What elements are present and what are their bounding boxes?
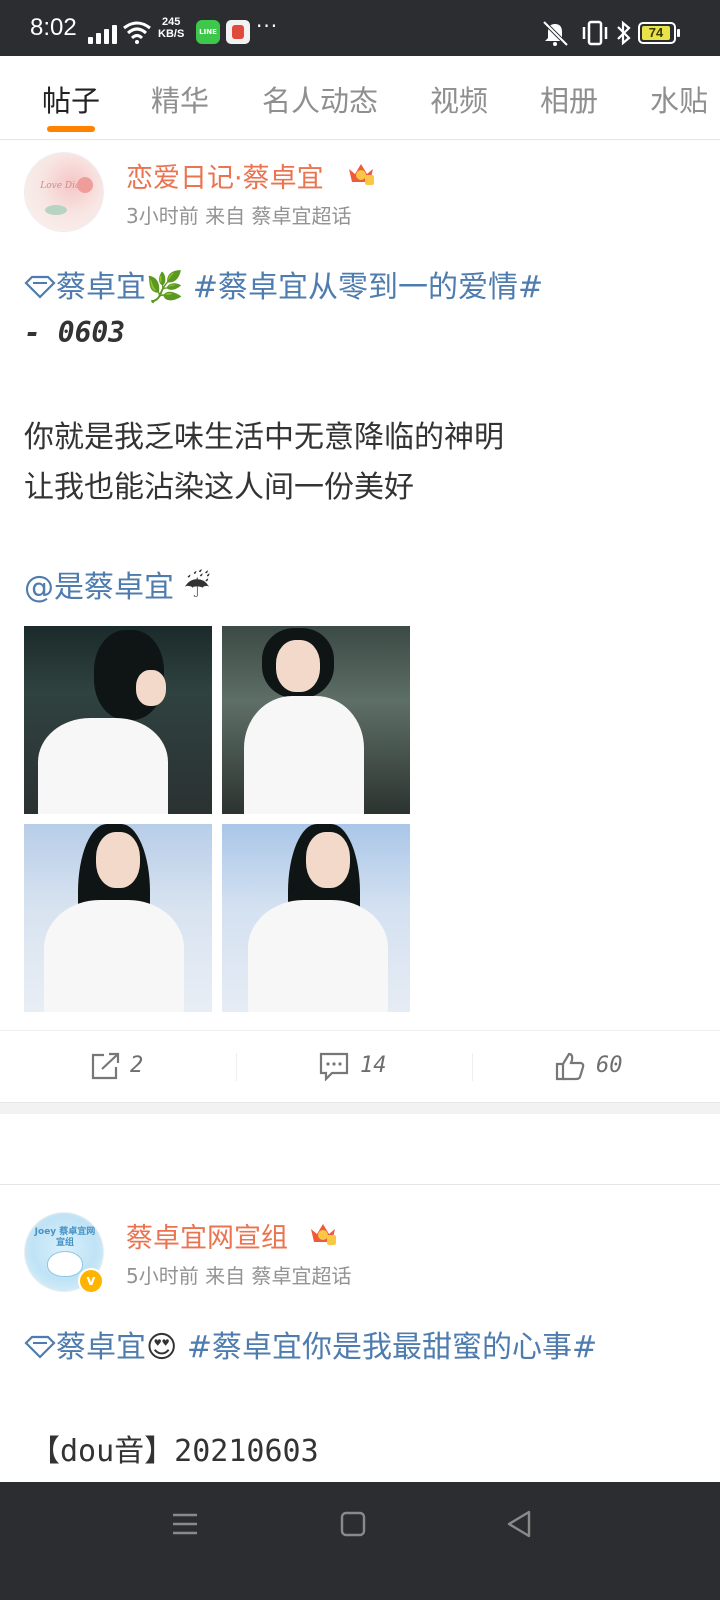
super-topic-link[interactable]: 蔡卓宜	[56, 1330, 146, 1365]
back-icon[interactable]	[506, 1510, 532, 1538]
diamond-topic-icon	[24, 1335, 56, 1359]
comment-count: 14	[360, 1053, 387, 1078]
system-navigation-bar	[0, 1482, 720, 1600]
post-photo[interactable]	[222, 824, 410, 1012]
app-notification-icon	[226, 20, 250, 44]
verified-badge-icon: v	[78, 1268, 104, 1294]
post-source[interactable]: 蔡卓宜超话	[251, 204, 351, 228]
tab-featured[interactable]: 精华	[151, 78, 209, 120]
tab-chat-posts[interactable]: 水贴	[650, 78, 708, 120]
tab-albums[interactable]: 相册	[540, 78, 598, 120]
menu-icon[interactable]	[172, 1512, 198, 1536]
post-photo[interactable]	[222, 626, 410, 814]
post-body-line: 【dou音】20210603	[30, 1434, 319, 1469]
section-divider	[0, 1102, 720, 1114]
post-meta: 5小时前 来自 蔡卓宜超话	[126, 1260, 351, 1289]
post-meta: 3小时前 来自 蔡卓宜超话	[126, 200, 351, 229]
avatar[interactable]: Love Diary	[24, 152, 104, 232]
crown-badge-icon	[311, 1224, 336, 1245]
leaf-emoji: 🌿	[146, 270, 184, 305]
post-body-line: 你就是我乏味生活中无意降临的神明	[24, 420, 504, 455]
status-time: 8:02	[30, 14, 77, 41]
active-tab-indicator	[47, 126, 95, 132]
post-mention-line: @是蔡卓宜 ☔	[24, 562, 210, 606]
battery-icon: 74	[638, 22, 680, 44]
post-body-line: 让我也能沾染这人间一份美好	[24, 470, 414, 505]
status-bar: 8:02 245 KB/S LINE ··· 74	[0, 0, 720, 56]
tab-bar: 帖子 精华 名人动态 视频 相册 水贴	[0, 56, 720, 140]
tab-videos[interactable]: 视频	[430, 78, 488, 120]
bluetooth-icon	[617, 20, 631, 46]
post-source-prefix: 来自	[205, 204, 246, 228]
post-photo[interactable]	[24, 626, 212, 814]
comment-button[interactable]: 14	[318, 1051, 398, 1083]
comment-icon	[319, 1052, 349, 1082]
post-author-name[interactable]: 蔡卓宜网宣组	[126, 1216, 288, 1255]
more-notifications-icon: ···	[256, 14, 279, 38]
wifi-icon	[123, 21, 151, 44]
post-source-prefix: 来自	[205, 1264, 246, 1288]
divider	[0, 1184, 720, 1185]
mention-link[interactable]: @是蔡卓宜	[24, 570, 174, 605]
post-action-bar: 2 14 60	[0, 1030, 720, 1102]
tab-celebrity-updates[interactable]: 名人动态	[262, 78, 378, 120]
line-app-icon: LINE	[196, 20, 220, 44]
crown-badge-icon	[349, 164, 374, 185]
post-author-name[interactable]: 恋爱日记·蔡卓宜	[126, 156, 324, 195]
vibrate-icon	[582, 20, 608, 46]
like-count: 60	[596, 1053, 623, 1078]
umbrella-emoji: ☔	[183, 570, 211, 605]
post-date-line: - 0603	[24, 316, 126, 349]
like-icon	[555, 1052, 585, 1081]
post-photo[interactable]	[24, 824, 212, 1012]
super-topic-link[interactable]: 蔡卓宜	[56, 270, 146, 305]
smile-emoji: 😍	[146, 1330, 178, 1365]
repost-button[interactable]: 2	[90, 1051, 150, 1083]
signal-icon	[88, 22, 118, 44]
hashtag-link[interactable]: #蔡卓宜从零到一的爱情#	[193, 270, 543, 305]
post-time: 3小时前	[126, 204, 199, 228]
post-time: 5小时前	[126, 1264, 199, 1288]
diamond-topic-icon	[24, 275, 56, 299]
repost-count: 2	[130, 1053, 144, 1078]
repost-icon	[91, 1052, 120, 1080]
home-icon[interactable]	[340, 1511, 366, 1537]
post-source[interactable]: 蔡卓宜超话	[251, 1264, 351, 1288]
post-topic-line: 蔡卓宜🌿 #蔡卓宜从零到一的爱情#	[24, 262, 543, 306]
mute-icon	[542, 20, 569, 46]
hashtag-link[interactable]: #蔡卓宜你是我最甜蜜的心事#	[187, 1330, 597, 1365]
tab-posts[interactable]: 帖子	[42, 78, 100, 120]
post-topic-line: 蔡卓宜😍 #蔡卓宜你是我最甜蜜的心事#	[24, 1322, 597, 1366]
like-button[interactable]: 60	[554, 1051, 634, 1083]
network-speed: 245 KB/S	[158, 16, 185, 40]
